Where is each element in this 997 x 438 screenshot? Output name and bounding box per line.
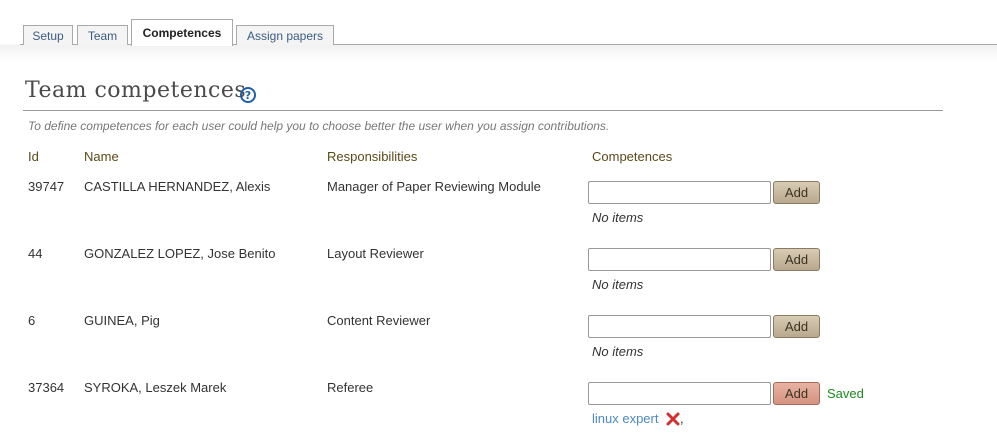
competence-link[interactable]: linux expert <box>592 411 658 426</box>
row-name: SYROKA, Leszek Marek <box>84 380 227 395</box>
tab-competences[interactable]: Competences <box>131 19 233 46</box>
column-header-responsibilities: Responsibilities <box>327 149 418 164</box>
column-header-name: Name <box>84 149 119 164</box>
row-name: GUINEA, Pig <box>84 313 160 328</box>
tab-assign-papers[interactable]: Assign papers <box>236 25 334 45</box>
page-title: Team competences <box>25 78 247 103</box>
no-items-text: No items <box>592 210 644 225</box>
competence-input[interactable] <box>588 382 771 405</box>
column-header-competences: Competences <box>592 149 673 164</box>
title-divider <box>23 110 943 111</box>
add-competence-button[interactable]: Add <box>773 315 820 338</box>
row-id: 39747 <box>28 179 65 194</box>
no-items-text: No items <box>592 277 644 292</box>
red-x-icon[interactable] <box>666 412 680 426</box>
add-competence-button[interactable]: Add <box>773 382 820 405</box>
competence-separator: , <box>680 411 684 426</box>
row-name: CASTILLA HERNANDEZ, Alexis <box>84 179 271 194</box>
row-responsibility: Manager of Paper Reviewing Module <box>327 179 541 194</box>
competence-input[interactable] <box>588 315 771 338</box>
row-id: 6 <box>28 313 36 328</box>
tab-setup[interactable]: Setup <box>23 25 73 45</box>
competence-input[interactable] <box>588 181 771 204</box>
page-description: To define competences for each user coul… <box>28 119 610 133</box>
saved-status: Saved <box>827 386 864 401</box>
row-responsibility: Layout Reviewer <box>327 246 424 261</box>
question-circle-icon[interactable]: ? <box>240 87 256 103</box>
row-responsibility: Content Reviewer <box>327 313 431 328</box>
row-responsibility: Referee <box>327 380 374 395</box>
add-competence-button[interactable]: Add <box>773 181 820 204</box>
no-items-text: No items <box>592 344 644 359</box>
add-competence-button[interactable]: Add <box>773 248 820 271</box>
competence-input[interactable] <box>588 248 771 271</box>
row-name: GONZALEZ LOPEZ, Jose Benito <box>84 246 276 261</box>
row-id: 37364 <box>28 380 65 395</box>
tab-team[interactable]: Team <box>77 25 128 45</box>
column-header-id: Id <box>28 149 39 164</box>
row-id: 44 <box>28 246 43 261</box>
